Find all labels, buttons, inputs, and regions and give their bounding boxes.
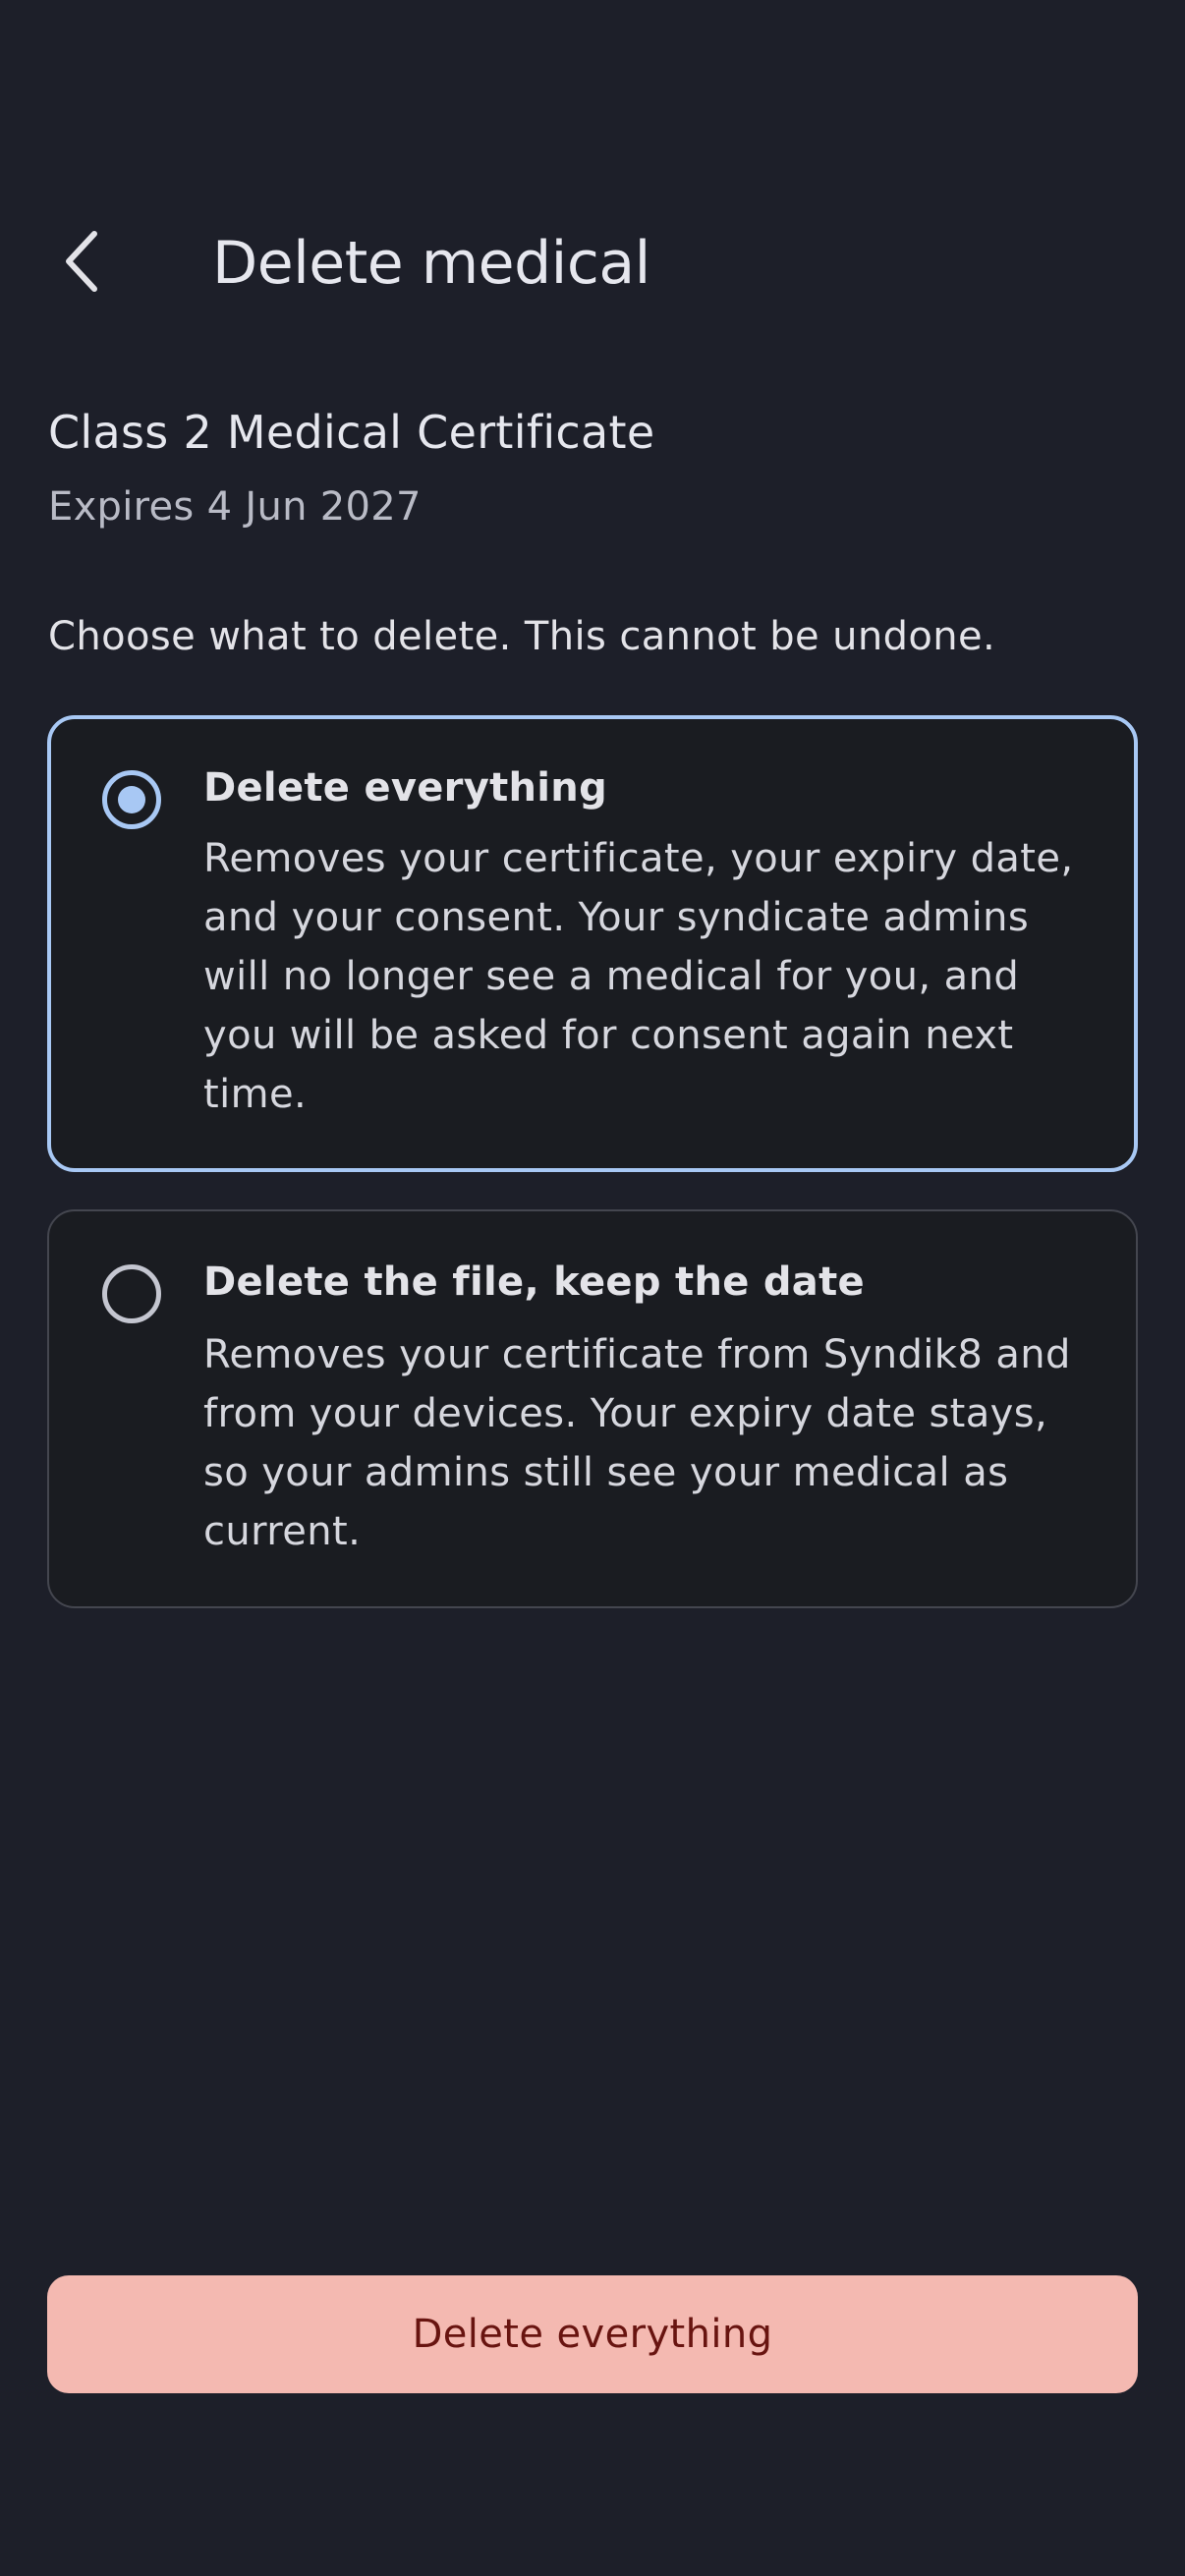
certificate-name: Class 2 Medical Certificate (48, 406, 655, 459)
chevron-left-icon (66, 231, 97, 292)
certificate-expiry: Expires 4 Jun 2027 (48, 484, 422, 530)
back-button[interactable] (37, 216, 128, 307)
radio-unselected-icon[interactable] (102, 1264, 161, 1323)
instruction-text: Choose what to delete. This cannot be un… (48, 614, 996, 659)
option-description: Removes your certificate, your expiry da… (203, 836, 1074, 1117)
option-delete-file-keep-date[interactable]: Delete the file, keep the date Removes y… (47, 1209, 1138, 1608)
option-title: Delete everything (203, 765, 607, 811)
option-delete-everything[interactable]: Delete everything Removes your certifica… (47, 715, 1138, 1172)
option-title: Delete the file, keep the date (203, 1260, 865, 1305)
option-description: Removes your certificate from Syndik8 an… (203, 1332, 1071, 1554)
radio-selected-icon[interactable] (102, 770, 161, 829)
page-title: Delete medical (212, 229, 650, 298)
delete-button[interactable]: Delete everything (47, 2275, 1138, 2393)
delete-button-label: Delete everything (412, 2312, 773, 2357)
top-app-bar: Delete medical (0, 196, 1185, 334)
